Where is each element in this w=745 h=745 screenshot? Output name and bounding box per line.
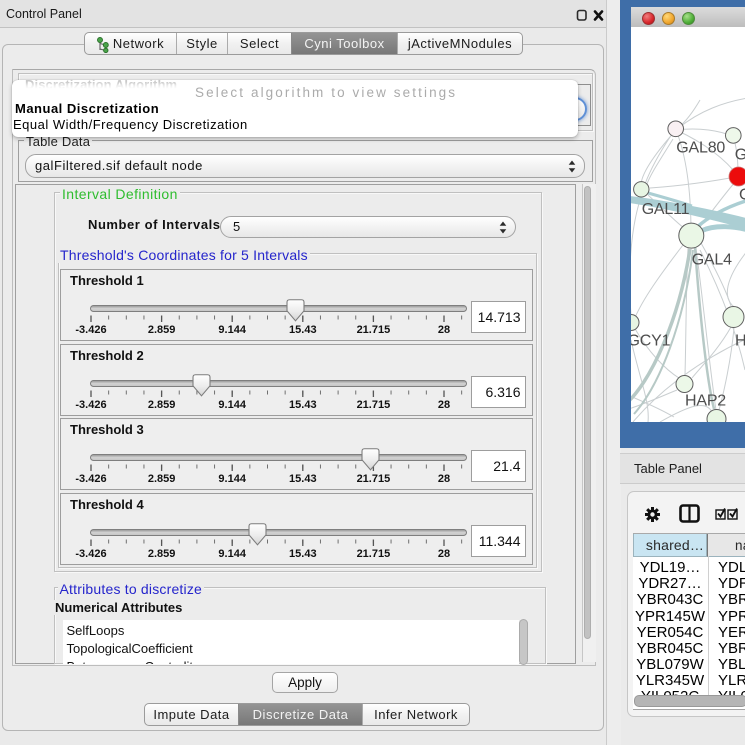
- svg-text:GCY1: GCY1: [631, 333, 671, 350]
- svg-text:GA: GA: [735, 146, 745, 163]
- svg-text:H: H: [735, 333, 745, 350]
- svg-text:GAL4: GAL4: [692, 252, 732, 269]
- svg-text:GAL11: GAL11: [642, 201, 690, 218]
- svg-text:HAP2: HAP2: [685, 393, 726, 410]
- svg-text:GAL80: GAL80: [676, 139, 725, 156]
- svg-text:C: C: [739, 187, 745, 204]
